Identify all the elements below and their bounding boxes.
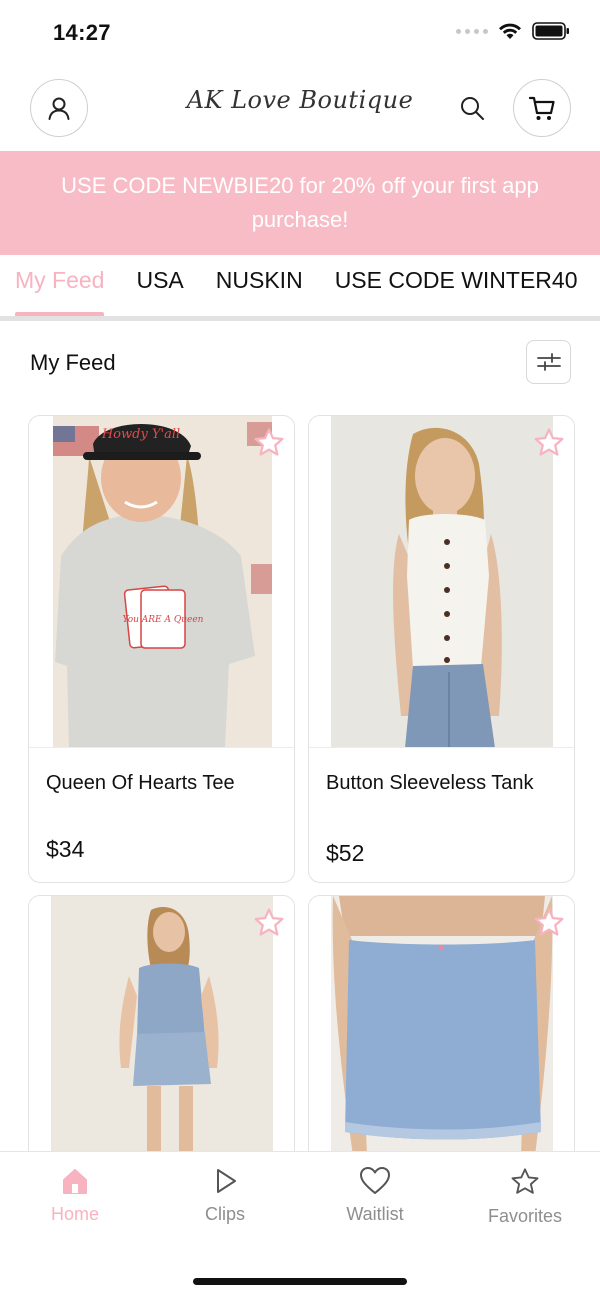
filter-button[interactable] xyxy=(526,340,571,384)
hat-text: Howdy Y'all xyxy=(101,427,180,442)
brand-logo[interactable]: AK Love Boutique xyxy=(180,86,420,114)
product-image[interactable] xyxy=(309,896,574,1174)
star-icon xyxy=(511,1168,539,1194)
signal-icon xyxy=(456,28,488,34)
battery-icon xyxy=(532,22,569,40)
shirt-text: You ARE A Queen xyxy=(123,615,204,625)
nav-favorites[interactable]: Favorites xyxy=(465,1166,585,1227)
product-image[interactable] xyxy=(309,416,574,748)
home-icon xyxy=(63,1169,87,1194)
product-name[interactable]: Button Sleeveless Tank xyxy=(326,768,556,798)
heart-icon xyxy=(360,1167,390,1194)
tab-nuskin[interactable]: NUSKIN xyxy=(216,267,303,308)
bottom-nav: Home Clips Waitlist Favorites xyxy=(0,1151,600,1299)
nav-home[interactable]: Home xyxy=(15,1166,135,1225)
category-tabs: My Feed USA NUSKIN USE CODE WINTER40 N xyxy=(0,255,600,321)
product-card[interactable]: Button Sleeveless Tank $52 xyxy=(308,415,575,883)
nav-waitlist-label: Waitlist xyxy=(346,1204,404,1224)
favorite-star-icon[interactable] xyxy=(532,426,566,460)
sliders-icon xyxy=(536,353,561,371)
favorite-star-icon[interactable] xyxy=(252,426,286,460)
nav-clips[interactable]: Clips xyxy=(165,1166,285,1225)
product-price: $34 xyxy=(46,836,85,862)
tab-usa[interactable]: USA xyxy=(136,267,183,308)
nav-favorites-label: Favorites xyxy=(487,1206,563,1226)
tab-use-code-winter40[interactable]: USE CODE WINTER40 xyxy=(335,267,578,308)
product-name[interactable]: Queen Of Hearts Tee xyxy=(46,768,276,798)
search-button[interactable] xyxy=(452,88,492,128)
product-card[interactable] xyxy=(28,895,295,1175)
status-icons xyxy=(456,22,570,40)
status-bar: 14:27 xyxy=(0,0,600,66)
favorite-star-icon[interactable] xyxy=(532,906,566,940)
promo-banner[interactable]: USE CODE NEWBIE20 for 20% off your first… xyxy=(0,151,600,255)
cart-button[interactable] xyxy=(513,79,571,137)
feed-title: My Feed xyxy=(30,350,116,375)
home-indicator xyxy=(193,1278,407,1285)
product-image[interactable]: Howdy Y'all You ARE A Queen xyxy=(29,416,294,748)
play-icon xyxy=(217,1169,236,1193)
status-time: 14:27 xyxy=(53,20,111,45)
favorite-star-icon[interactable] xyxy=(252,906,286,940)
nav-waitlist[interactable]: Waitlist xyxy=(315,1166,435,1225)
product-card[interactable]: Howdy Y'all You ARE A Queen Queen Of Hea… xyxy=(28,415,295,883)
search-icon xyxy=(461,97,484,120)
product-photo xyxy=(309,416,574,747)
wifi-icon xyxy=(499,23,521,39)
product-price: $52 xyxy=(326,840,365,866)
product-photo: Howdy Y'all You ARE A Queen xyxy=(29,416,294,747)
cart-icon xyxy=(528,96,555,120)
user-icon xyxy=(48,97,70,120)
nav-clips-label: Clips xyxy=(204,1204,245,1224)
tab-my-feed[interactable]: My Feed xyxy=(15,267,105,316)
app-header: AK Love Boutique xyxy=(0,66,600,150)
nav-home-label: Home xyxy=(50,1204,99,1224)
product-card[interactable] xyxy=(308,895,575,1175)
product-image[interactable] xyxy=(29,896,294,1174)
account-button[interactable] xyxy=(30,79,88,137)
